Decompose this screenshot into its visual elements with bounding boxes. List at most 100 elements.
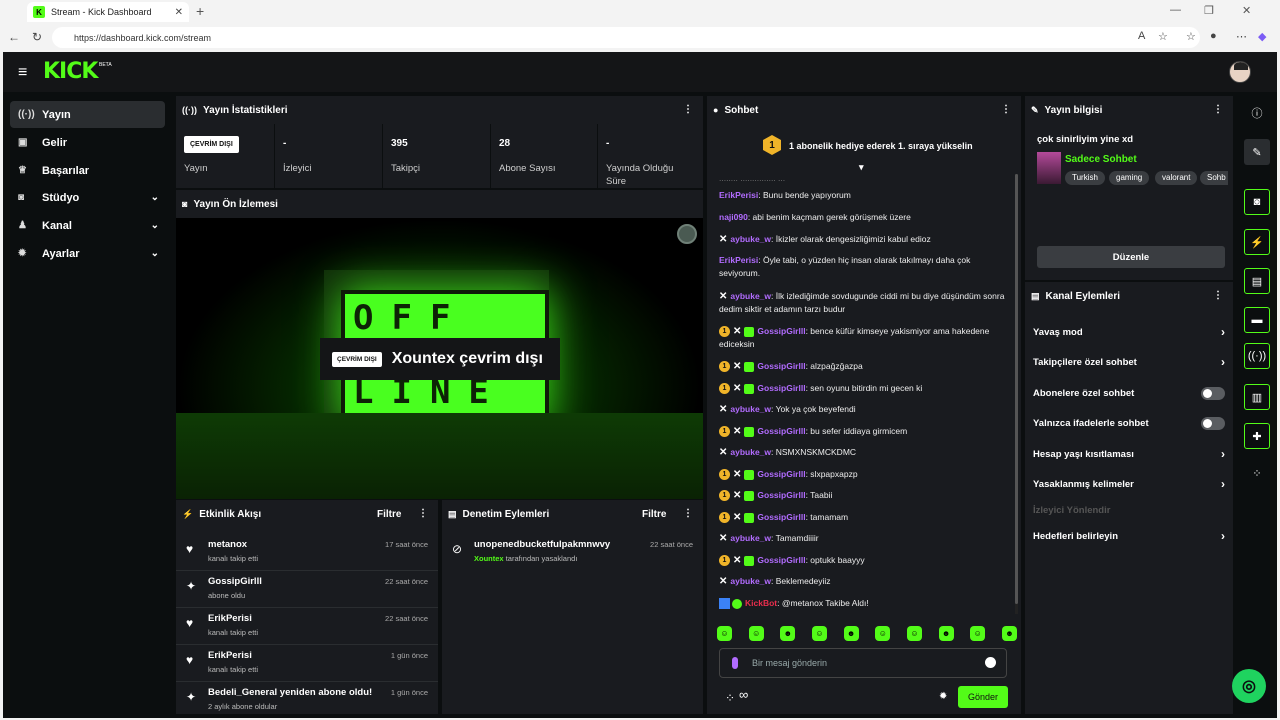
sidebar-item-gelir[interactable]: ▣ Gelir	[10, 129, 165, 156]
bolt-icon[interactable]: ⚡	[1244, 229, 1270, 255]
chat-user[interactable]: ErikPerisi	[719, 255, 758, 265]
chat-user[interactable]: GossipGirlll	[757, 512, 805, 522]
chat-message: ErikPerisi: Öyle tabi, o yüzden hiç insa…	[719, 254, 1009, 280]
list-icon[interactable]: ▥	[1244, 384, 1270, 410]
more-icon[interactable]: ⋯	[1236, 30, 1247, 43]
chat-user[interactable]: GossipGirlll	[757, 555, 805, 565]
chat-scrollbar[interactable]	[1015, 174, 1018, 614]
edit-button[interactable]: Düzenle	[1037, 246, 1225, 268]
kick-dashboard: ≡ KICK BETA ((·)) Yayın ▣ Gelir ♕ Başarı…	[3, 52, 1277, 718]
kick-logo[interactable]: KICK	[43, 59, 98, 84]
gift-badge-icon	[744, 383, 755, 394]
camera-icon: ◙	[182, 199, 188, 209]
more-options-icon[interactable]: ⋮	[418, 508, 428, 519]
more-options-icon[interactable]: ⋮	[1001, 104, 1011, 115]
close-window-icon[interactable]: ✕	[1242, 4, 1251, 17]
preview-settings-icon[interactable]	[677, 224, 697, 244]
chat-user[interactable]: GossipGirlll	[757, 383, 805, 393]
video-preview[interactable]: OFF LINE ÇEVRİM DIŞI Xountex çevrim dışı	[176, 218, 703, 499]
chat-user[interactable]: aybuke_w	[730, 533, 771, 543]
toggle-switch[interactable]	[1201, 386, 1225, 400]
chat-user[interactable]: aybuke_w	[730, 447, 771, 457]
profile-icon[interactable]: ●	[1210, 30, 1217, 42]
reload-icon[interactable]: ↻	[32, 30, 42, 44]
action-followers-only[interactable]: Takipçilere özel sohbet ›	[1033, 352, 1225, 372]
support-icon[interactable]: ◎	[1232, 669, 1266, 703]
emote-icon[interactable]: ☺	[970, 626, 986, 641]
chat-user[interactable]: GossipGirlll	[757, 326, 805, 336]
emote-icon[interactable]: ☺	[906, 626, 922, 641]
chat-icon[interactable]: ▬	[1244, 307, 1270, 333]
filter-button[interactable]: Filtre	[377, 509, 401, 520]
chat-user[interactable]: aybuke_w	[730, 404, 771, 414]
avatar[interactable]	[1229, 61, 1251, 83]
chat-user[interactable]: aybuke_w	[730, 234, 771, 244]
category-name[interactable]: Sadece Sohbet	[1065, 154, 1137, 165]
pinned-gift-banner[interactable]: 1 1 abonelik hediye ederek 1. sıraya yük…	[707, 124, 1021, 172]
emote-icon[interactable]: ☺	[717, 626, 732, 641]
camera-icon[interactable]: ◙	[1244, 189, 1270, 215]
send-button[interactable]: Gönder	[958, 686, 1008, 708]
emote-icon[interactable]: ☺	[875, 626, 891, 641]
chat-text: : Yok ya çok beyefendi	[771, 404, 856, 414]
chat-user[interactable]: GossipGirlll	[757, 490, 805, 500]
emote-icon[interactable]: ☻	[780, 626, 796, 641]
sidebar-item-studyo[interactable]: ◙ Stüdyo ⌄	[10, 184, 165, 211]
chat-user[interactable]: aybuke_w	[730, 576, 771, 586]
close-tab-icon[interactable]: ✕	[175, 7, 183, 18]
x-badge-icon: ✕	[733, 490, 742, 502]
gear-icon[interactable]: ✹	[939, 691, 947, 702]
favorites-icon[interactable]: ☆	[1186, 30, 1196, 43]
tag-badge: gaming	[1109, 171, 1150, 185]
chat-user[interactable]: aybuke_w	[730, 291, 771, 301]
address-bar[interactable]: https://dashboard.kick.com/stream	[52, 27, 1200, 48]
emote-icon[interactable]: ☻	[843, 626, 859, 641]
chat-user[interactable]: KickBot	[745, 598, 777, 608]
sidebar-item-basarilar[interactable]: ♕ Başarılar	[10, 157, 165, 184]
scrollbar-thumb[interactable]	[1015, 174, 1018, 604]
chat-user[interactable]: naji090	[719, 212, 748, 222]
emote-icon[interactable]: ☺	[748, 626, 764, 641]
wrench-icon[interactable]: ✚	[1244, 423, 1270, 449]
browser-tab[interactable]: K Stream - Kick Dashboard ✕	[27, 2, 189, 22]
sidebar-item-kanal[interactable]: ♟ Kanal ⌄	[10, 212, 165, 239]
back-icon[interactable]: ←	[8, 30, 20, 44]
points-icon[interactable]: ⁘	[1244, 460, 1270, 486]
chat-user[interactable]: GossipGirlll	[757, 426, 805, 436]
copilot-icon[interactable]: ◆	[1258, 30, 1266, 43]
new-tab-icon[interactable]: +	[196, 3, 204, 19]
read-aloud-icon[interactable]: A	[1138, 30, 1145, 42]
sidebar-item-yayin[interactable]: ((·)) Yayın	[10, 101, 165, 128]
more-options-icon[interactable]: ⋮	[1213, 290, 1223, 301]
gift-badge-icon	[744, 555, 755, 566]
more-options-icon[interactable]: ⋮	[683, 104, 693, 115]
pencil-icon[interactable]: ✎	[1244, 139, 1270, 165]
action-slow-mode[interactable]: Yavaş mod ›	[1033, 322, 1225, 342]
broadcast-icon[interactable]: ((·))	[1244, 343, 1270, 369]
action-set-goals[interactable]: Hedefleri belirleyin ›	[1033, 526, 1225, 546]
action-banned-words[interactable]: Yasaklanmış kelimeler ›	[1033, 474, 1225, 494]
toggle-switch[interactable]	[1201, 416, 1225, 430]
filter-button[interactable]: Filtre	[642, 509, 666, 520]
emoji-icon[interactable]	[985, 657, 996, 668]
collapse-icon[interactable]: ▾	[859, 162, 864, 173]
favorite-star-icon[interactable]: ☆	[1158, 30, 1168, 43]
sidebar-item-ayarlar[interactable]: ✹ Ayarlar ⌄	[10, 240, 165, 267]
document-icon[interactable]: ▤	[1244, 268, 1270, 294]
chat-user[interactable]: GossipGirlll	[757, 361, 805, 371]
maximize-icon[interactable]: ❐	[1204, 4, 1214, 17]
chat-input[interactable]: Bir mesaj gönderin	[719, 648, 1007, 678]
mic-icon[interactable]	[732, 657, 738, 669]
points-icon[interactable]: ⁘	[725, 691, 735, 705]
menu-icon[interactable]: ≡	[18, 64, 27, 82]
chat-user[interactable]: GossipGirlll	[757, 469, 805, 479]
more-options-icon[interactable]: ⋮	[683, 508, 693, 519]
emote-icon[interactable]: ☻	[1001, 626, 1017, 641]
chat-user[interactable]: ErikPerisi	[719, 190, 758, 200]
action-account-age[interactable]: Hesap yaşı kısıtlaması ›	[1033, 444, 1225, 464]
info-icon[interactable]: ⓘ	[1244, 100, 1270, 126]
emote-icon[interactable]: ☺	[811, 626, 827, 641]
emote-icon[interactable]: ☻	[938, 626, 954, 641]
minimize-icon[interactable]: —	[1170, 4, 1181, 16]
more-options-icon[interactable]: ⋮	[1213, 104, 1223, 115]
